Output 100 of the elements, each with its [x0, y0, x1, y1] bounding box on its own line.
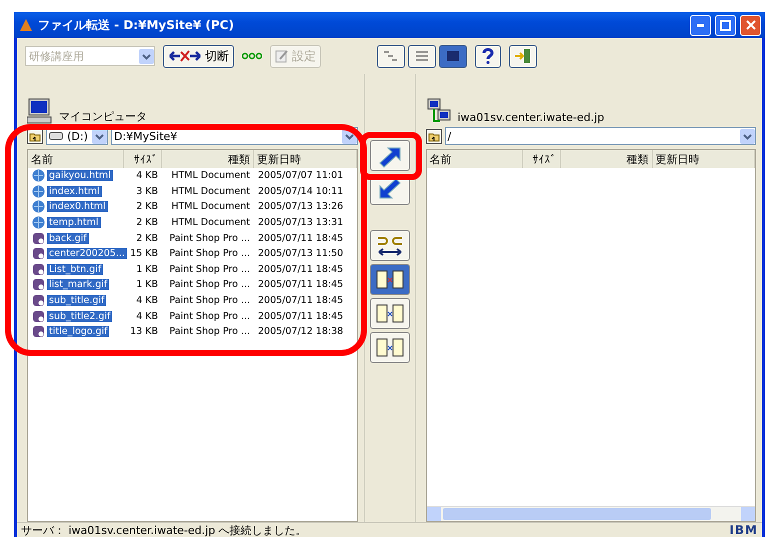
close-icon	[746, 20, 756, 30]
horizontal-scrollbar[interactable]	[426, 506, 755, 521]
file-size: 2 KB	[135, 217, 159, 228]
disconnect-button[interactable]: 切断	[163, 44, 234, 68]
file-type: Paint Shop Pro ...	[168, 264, 251, 275]
image-file-icon	[32, 262, 45, 276]
edit-icon	[275, 49, 289, 63]
web-page-icon	[32, 200, 45, 214]
parent-folder-icon[interactable]	[27, 128, 43, 144]
file-type: HTML Document	[170, 217, 251, 228]
file-type: HTML Document	[170, 170, 251, 182]
close-button[interactable]	[740, 14, 761, 36]
file-date: 2005/07/14 10:11	[257, 186, 344, 197]
web-page-icon	[32, 169, 45, 182]
minimize-icon	[697, 24, 704, 26]
file-size: 1 KB	[135, 279, 159, 290]
column-header[interactable]: ｻｲｽﾞ	[124, 150, 162, 168]
file-size: 1 KB	[135, 264, 159, 275]
path-field[interactable]: /	[444, 127, 756, 145]
file-type: Paint Shop Pro ...	[168, 326, 251, 338]
file-size: 15 KB	[129, 248, 159, 260]
image-file-icon	[32, 310, 45, 323]
file-name[interactable]: list_mark.gif	[47, 279, 110, 290]
document-convert-icon	[374, 268, 404, 290]
file-date: 2005/07/11 18:45	[257, 295, 344, 306]
column-header[interactable]: 種類	[560, 150, 652, 168]
column-header[interactable]: 更新日時	[652, 150, 755, 168]
arrow-down-left-icon	[376, 178, 402, 202]
file-name[interactable]: temp.html	[47, 217, 101, 228]
file-type: Paint Shop Pro ...	[168, 232, 251, 244]
document-convert-icon	[374, 336, 404, 358]
file-date: 2005/07/11 18:45	[257, 232, 344, 244]
file-type: Paint Shop Pro ...	[168, 248, 251, 260]
file-type: Paint Shop Pro ...	[168, 279, 251, 290]
file-type: Paint Shop Pro ...	[168, 295, 251, 306]
file-size: 3 KB	[135, 186, 159, 197]
app-icon	[18, 17, 34, 33]
file-name[interactable]: List_btn.gif	[47, 264, 104, 275]
file-date: 2005/07/11 18:45	[257, 310, 344, 322]
broken-link-icon	[168, 49, 202, 63]
file-type: HTML Document	[170, 186, 251, 197]
file-name[interactable]: gaikyou.html	[47, 170, 113, 182]
computer-icon	[27, 98, 53, 124]
file-size: 2 KB	[135, 201, 159, 212]
file-size: 2 KB	[135, 232, 159, 244]
column-header[interactable]: 名前	[28, 150, 124, 168]
view-button[interactable]	[439, 44, 467, 68]
file-size: 4 KB	[135, 295, 159, 306]
exit-button[interactable]	[509, 44, 537, 68]
file-type: HTML Document	[170, 201, 251, 212]
column-header[interactable]: ｻｲｽﾞ	[522, 150, 560, 168]
view-button[interactable]	[377, 44, 405, 68]
help-icon	[480, 48, 496, 64]
image-file-icon	[32, 247, 45, 260]
column-header[interactable]: 更新日時	[254, 150, 356, 168]
file-name[interactable]: center200205...	[47, 248, 127, 260]
transfer-mode-button[interactable]	[370, 230, 410, 261]
web-page-icon	[32, 184, 45, 198]
column-header[interactable]: 名前	[426, 150, 522, 168]
file-size: 13 KB	[129, 326, 159, 338]
location-title: iwa01sv.center.iwate-ed.jp	[458, 111, 604, 124]
network-computers-icon	[426, 98, 452, 124]
transfer-mode-button[interactable]	[370, 298, 410, 329]
web-page-icon	[32, 216, 45, 230]
window-title: ファイル転送 - D:¥MySite¥ (PC)	[38, 16, 235, 34]
status-message: サーバ： iwa01sv.center.iwate-ed.jp へ接続しました。	[21, 522, 307, 537]
help-button[interactable]	[475, 44, 501, 68]
drive-icon	[49, 132, 63, 140]
location-title: マイコンピュータ	[59, 109, 147, 124]
file-date: 2005/07/13 13:31	[257, 217, 344, 228]
upload-button[interactable]	[370, 140, 410, 171]
file-name[interactable]: index.html	[47, 186, 102, 197]
file-date: 2005/07/07 11:01	[257, 170, 344, 182]
file-name[interactable]: sub_title2.gif	[47, 310, 112, 322]
file-date: 2005/07/13 13:26	[257, 201, 344, 212]
file-size: 4 KB	[135, 310, 159, 322]
maximize-button[interactable]	[715, 14, 736, 36]
file-name[interactable]: index0.html	[47, 201, 108, 212]
file-name[interactable]: back.gif	[47, 232, 89, 244]
exit-door-icon	[514, 48, 532, 64]
image-file-icon	[32, 278, 45, 292]
grid-view-icon	[444, 49, 462, 63]
transfer-mode-button[interactable]	[370, 264, 410, 295]
details-view-icon	[413, 49, 431, 63]
status-dots-icon	[242, 52, 262, 60]
file-date: 2005/07/13 11:50	[257, 248, 344, 260]
transfer-mode-button[interactable]	[370, 332, 410, 363]
file-type: Paint Shop Pro ...	[168, 310, 251, 322]
file-date: 2005/07/12 18:38	[257, 326, 344, 338]
file-name[interactable]: title_logo.gif	[47, 326, 110, 338]
document-convert-icon	[374, 302, 404, 324]
image-file-icon	[32, 232, 45, 245]
view-button[interactable]	[408, 44, 436, 68]
file-name[interactable]: sub_title.gif	[47, 295, 106, 306]
image-file-icon	[32, 294, 45, 308]
parent-folder-icon[interactable]	[426, 128, 442, 144]
minimize-button[interactable]	[690, 14, 711, 36]
column-header[interactable]: 種類	[162, 150, 254, 168]
image-file-icon	[32, 325, 45, 338]
logo: IBM	[729, 523, 758, 537]
